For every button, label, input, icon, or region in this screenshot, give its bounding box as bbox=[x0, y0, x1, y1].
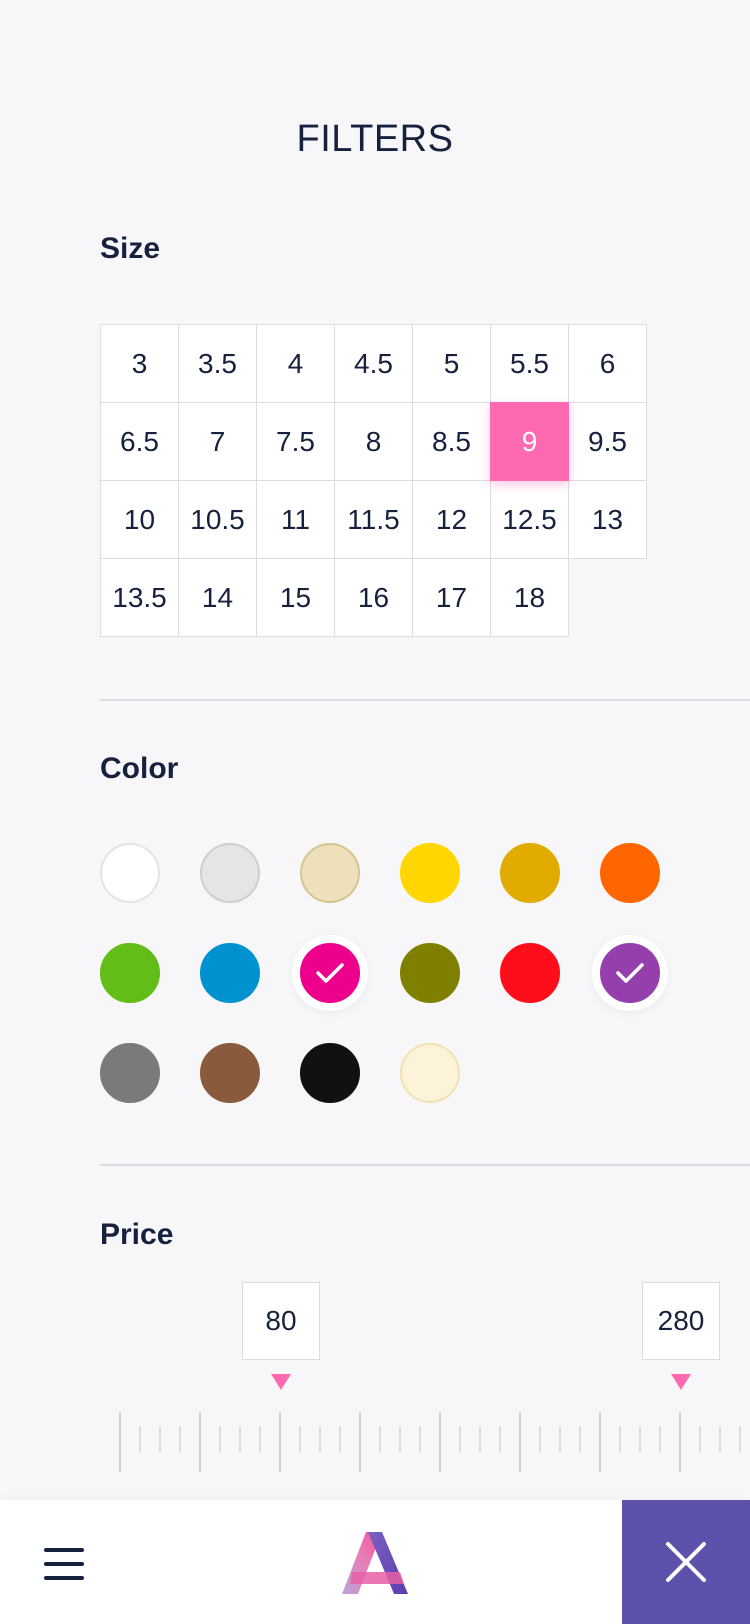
color-swatch-yellow[interactable] bbox=[400, 843, 460, 903]
color-swatch-cell bbox=[100, 843, 160, 903]
color-swatch-cell bbox=[200, 843, 260, 903]
size-option[interactable]: 11.5 bbox=[334, 480, 413, 559]
color-swatch-cell bbox=[300, 843, 360, 903]
close-icon bbox=[666, 1542, 706, 1582]
size-section-label: Size bbox=[100, 232, 161, 265]
color-swatch-cell bbox=[100, 943, 160, 1003]
size-option[interactable]: 5.5 bbox=[490, 324, 569, 403]
size-option[interactable]: 7 bbox=[178, 402, 257, 481]
color-swatch-brown[interactable] bbox=[200, 1043, 260, 1103]
color-swatch-cell bbox=[300, 1043, 360, 1103]
size-option[interactable]: 13.5 bbox=[100, 558, 179, 637]
size-option[interactable]: 9.5 bbox=[568, 402, 647, 481]
size-option[interactable]: 12.5 bbox=[490, 480, 569, 559]
color-swatch-magenta[interactable] bbox=[300, 943, 360, 1003]
color-swatch-cell bbox=[600, 943, 660, 1003]
color-swatch-green[interactable] bbox=[100, 943, 160, 1003]
hamburger-menu-icon[interactable] bbox=[40, 1544, 88, 1584]
price-max-value[interactable]: 280 bbox=[642, 1282, 720, 1360]
size-option[interactable]: 4 bbox=[256, 324, 335, 403]
size-grid: 3 3.5 4 4.5 5 5.5 6 6.5 7 7.5 8 8.5 9 9.5 10 10.5 11 11.5… bbox=[100, 324, 649, 637]
color-swatch-cell bbox=[200, 943, 260, 1003]
color-swatch-red[interactable] bbox=[500, 943, 560, 1003]
checkmark-icon bbox=[616, 963, 644, 983]
brand-logo-icon[interactable] bbox=[338, 1528, 412, 1596]
color-section-label: Color bbox=[100, 752, 179, 785]
size-option[interactable]: 9 bbox=[490, 402, 569, 481]
color-swatch-cell bbox=[400, 1043, 460, 1103]
size-option[interactable]: 15 bbox=[256, 558, 335, 637]
size-option[interactable]: 5 bbox=[412, 324, 491, 403]
checkmark-icon bbox=[316, 963, 344, 983]
color-swatch-cell bbox=[400, 943, 460, 1003]
size-option[interactable]: 10.5 bbox=[178, 480, 257, 559]
size-option[interactable]: 7.5 bbox=[256, 402, 335, 481]
color-swatch-cell bbox=[100, 1043, 160, 1103]
size-option[interactable]: 6 bbox=[568, 324, 647, 403]
color-swatch-cell bbox=[600, 843, 660, 903]
color-swatch-cell bbox=[400, 843, 460, 903]
color-swatch-cell bbox=[500, 943, 560, 1003]
size-option[interactable]: 8.5 bbox=[412, 402, 491, 481]
price-max-handle[interactable] bbox=[671, 1374, 691, 1390]
price-section-label: Price bbox=[100, 1218, 174, 1251]
color-swatch-beige[interactable] bbox=[300, 843, 360, 903]
color-swatch-orange[interactable] bbox=[600, 843, 660, 903]
size-option[interactable]: 17 bbox=[412, 558, 491, 637]
color-swatch-mustard[interactable] bbox=[500, 843, 560, 903]
price-ruler[interactable] bbox=[0, 1408, 750, 1472]
color-swatch-cell bbox=[500, 843, 560, 903]
size-option[interactable]: 16 bbox=[334, 558, 413, 637]
size-option[interactable]: 10 bbox=[100, 480, 179, 559]
close-button[interactable] bbox=[622, 1500, 750, 1624]
page-title: FILTERS bbox=[296, 118, 454, 160]
size-option[interactable]: 3.5 bbox=[178, 324, 257, 403]
price-min-handle[interactable] bbox=[271, 1374, 291, 1390]
size-option[interactable]: 6.5 bbox=[100, 402, 179, 481]
color-swatch-purple[interactable] bbox=[600, 943, 660, 1003]
size-option[interactable]: 3 bbox=[100, 324, 179, 403]
divider bbox=[100, 1164, 750, 1166]
color-swatch-gray[interactable] bbox=[100, 1043, 160, 1103]
bottom-bar bbox=[0, 1500, 750, 1624]
size-option[interactable]: 12 bbox=[412, 480, 491, 559]
color-swatch-cell bbox=[200, 1043, 260, 1103]
color-swatch-black[interactable] bbox=[300, 1043, 360, 1103]
color-swatch-blue[interactable] bbox=[200, 943, 260, 1003]
divider bbox=[100, 699, 750, 701]
color-swatch-cream[interactable] bbox=[400, 1043, 460, 1103]
size-option[interactable]: 13 bbox=[568, 480, 647, 559]
size-option[interactable]: 11 bbox=[256, 480, 335, 559]
size-option[interactable]: 4.5 bbox=[334, 324, 413, 403]
color-swatch-olive[interactable] bbox=[400, 943, 460, 1003]
color-swatch-cell bbox=[300, 943, 360, 1003]
size-option[interactable]: 18 bbox=[490, 558, 569, 637]
price-min-value[interactable]: 80 bbox=[242, 1282, 320, 1360]
color-swatches bbox=[100, 843, 700, 1143]
size-option[interactable]: 8 bbox=[334, 402, 413, 481]
size-option[interactable]: 14 bbox=[178, 558, 257, 637]
color-swatch-white[interactable] bbox=[100, 843, 160, 903]
color-swatch-light-gray[interactable] bbox=[200, 843, 260, 903]
